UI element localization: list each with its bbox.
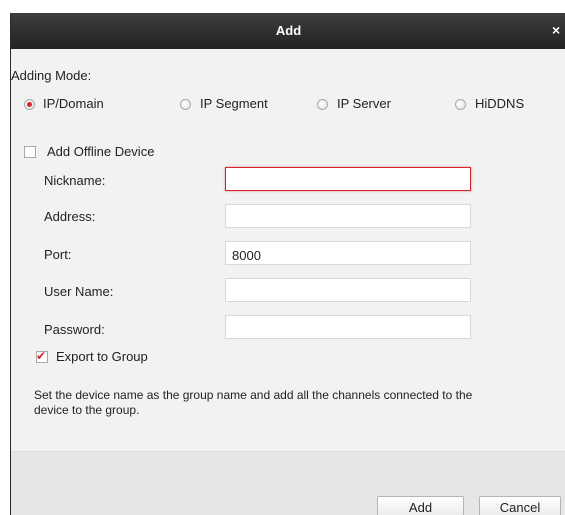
radio-ip-server-label[interactable]: IP Server — [337, 96, 391, 111]
add-offline-device-label[interactable]: Add Offline Device — [47, 144, 154, 159]
nickname-input[interactable] — [225, 167, 471, 191]
cancel-button[interactable]: Cancel — [479, 496, 561, 515]
dialog-footer: Add Cancel — [11, 451, 565, 515]
export-to-group-description: Set the device name as the group name an… — [34, 388, 473, 417]
radio-ip-domain-label[interactable]: IP/Domain — [43, 96, 104, 111]
dialog-title: Add — [275, 23, 302, 38]
radio-ip-segment[interactable] — [180, 99, 191, 110]
close-icon[interactable]: × — [552, 22, 564, 38]
radio-hiddns[interactable] — [455, 99, 466, 110]
address-label: Address: — [44, 209, 96, 224]
adding-mode-label: Adding Mode: — [11, 68, 92, 83]
address-input[interactable] — [225, 204, 471, 228]
radio-ip-segment-label[interactable]: IP Segment — [200, 96, 268, 111]
password-label: Password: — [44, 322, 105, 337]
checkmark-icon: ✔ — [36, 349, 47, 363]
port-input[interactable] — [225, 241, 471, 265]
add-device-dialog: Add × Adding Mode: IP/Domain IP Segment … — [10, 13, 565, 515]
radio-hiddns-label[interactable]: HiDDNS — [475, 96, 524, 111]
add-button[interactable]: Add — [377, 496, 464, 515]
port-label: Port: — [44, 247, 72, 262]
export-to-group-label[interactable]: Export to Group — [56, 349, 148, 364]
password-input[interactable] — [225, 315, 471, 339]
add-offline-device-checkbox[interactable] — [24, 146, 36, 158]
nickname-label: Nickname: — [44, 173, 106, 188]
user-name-label: User Name: — [44, 284, 114, 299]
radio-ip-server[interactable] — [317, 99, 328, 110]
user-name-input[interactable] — [225, 278, 471, 302]
radio-ip-domain[interactable] — [24, 99, 35, 110]
dialog-titlebar: Add × — [11, 13, 565, 49]
export-to-group-checkbox[interactable]: ✔ — [36, 349, 48, 363]
